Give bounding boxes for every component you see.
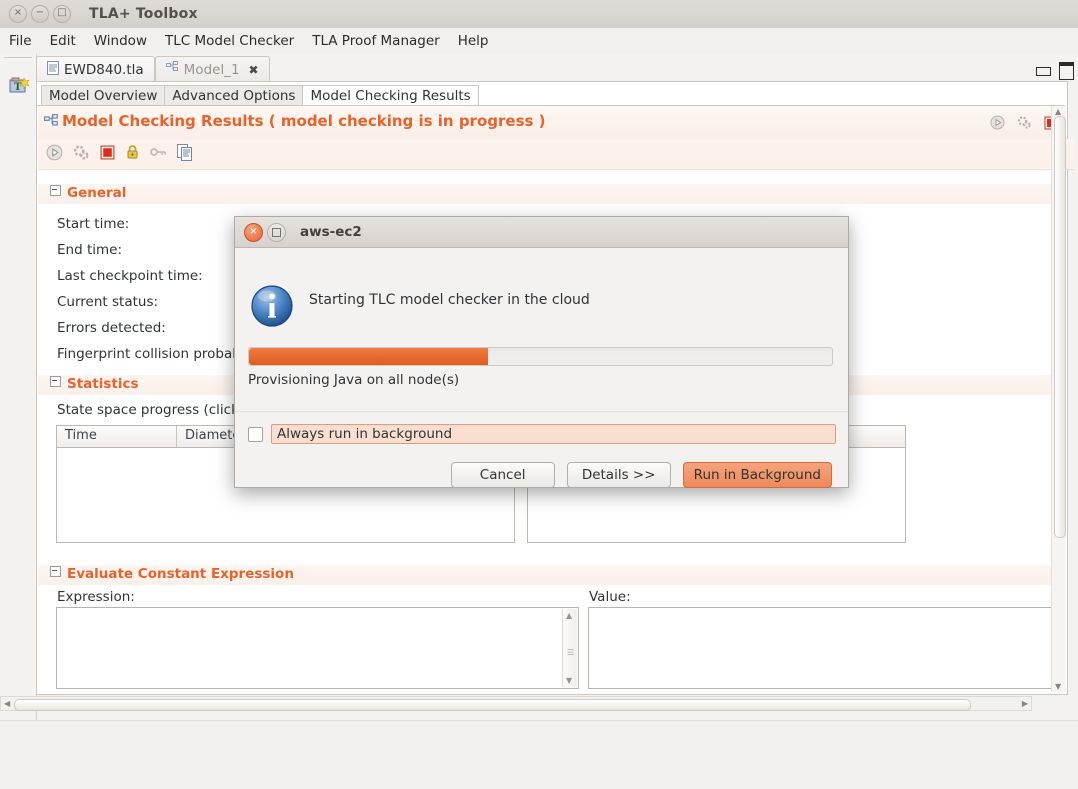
results-header-actions bbox=[990, 115, 1058, 134]
dialog-maximize-button[interactable] bbox=[267, 222, 286, 242]
close-icon[interactable]: ✖ bbox=[249, 63, 259, 77]
general-section-band bbox=[38, 184, 1052, 204]
scroll-up-icon[interactable]: ▲ bbox=[1055, 107, 1061, 116]
window-title: TLA+ Toolbox bbox=[89, 6, 198, 22]
scroll-thumb[interactable] bbox=[14, 699, 971, 711]
label-start-time: Start time: bbox=[57, 216, 130, 232]
progress-bar-fill bbox=[249, 348, 489, 365]
editor-tabs: EWD840.tla Model_1 ✖ bbox=[36, 56, 1078, 82]
value-label: Value: bbox=[589, 589, 631, 605]
divider bbox=[4, 57, 32, 58]
tla-toolbox-window: × − □ TLA+ Toolbox File Edit Window TLC … bbox=[0, 0, 1078, 789]
menu-edit[interactable]: Edit bbox=[41, 31, 85, 51]
dialog-separator bbox=[235, 411, 848, 412]
collapse-icon[interactable] bbox=[50, 376, 61, 387]
maximize-editor-icon[interactable] bbox=[1059, 62, 1074, 80]
expression-scrollbar[interactable]: ▲ ☰ ▼ bbox=[562, 609, 577, 687]
tab-model-checking-results[interactable]: Model Checking Results bbox=[302, 85, 479, 106]
window-titlebar: × − □ TLA+ Toolbox bbox=[0, 0, 1078, 29]
gears-icon[interactable] bbox=[1017, 115, 1032, 134]
label-errors-detected: Errors detected: bbox=[57, 320, 166, 336]
menubar: File Edit Window TLC Model Checker TLA P… bbox=[0, 28, 1078, 55]
menu-window[interactable]: Window bbox=[85, 31, 156, 51]
label-end-time: End time: bbox=[57, 242, 122, 258]
column-header-time[interactable]: Time bbox=[57, 426, 177, 447]
new-spec-icon[interactable]: T bbox=[8, 76, 30, 96]
tab-model-overview[interactable]: Model Overview bbox=[41, 85, 166, 106]
info-icon bbox=[249, 283, 295, 329]
editor-tab-label: Model_1 bbox=[183, 61, 240, 78]
scroll-down-icon[interactable]: ▼ bbox=[1055, 682, 1061, 691]
menu-tla-proof-manager[interactable]: TLA Proof Manager bbox=[303, 31, 449, 51]
label-last-checkpoint-time: Last checkpoint time: bbox=[57, 268, 203, 284]
expression-input[interactable]: ▲ ☰ ▼ bbox=[56, 607, 579, 689]
tab-advanced-options[interactable]: Advanced Options bbox=[164, 85, 304, 106]
results-toolbar bbox=[38, 139, 1074, 170]
fast-view-bar: T bbox=[0, 54, 37, 720]
details-button[interactable]: Details >> bbox=[566, 462, 671, 488]
window-minimize-button[interactable]: − bbox=[31, 5, 49, 23]
dialog-titlebar: × aws-ec2 bbox=[235, 217, 848, 248]
editor-tab-ewd840[interactable]: EWD840.tla bbox=[36, 56, 155, 82]
run-in-background-button[interactable]: Run in Background bbox=[682, 462, 832, 488]
menu-tlc-model-checker[interactable]: TLC Model Checker bbox=[156, 31, 303, 51]
scroll-down-icon[interactable]: ▼ bbox=[566, 676, 572, 685]
status-bar: | 65M of 248M aws-ec2: (41%) Spec Status… bbox=[0, 720, 1078, 789]
model-form-tabs: Model Overview Advanced Options Model Ch… bbox=[41, 85, 479, 106]
gears-icon[interactable] bbox=[73, 144, 90, 165]
scroll-grip-icon: ☰ bbox=[567, 648, 575, 657]
progress-sub-label: Provisioning Java on all node(s) bbox=[248, 372, 460, 388]
minimize-editor-icon[interactable] bbox=[1036, 66, 1051, 76]
scroll-left-icon[interactable]: ◀ bbox=[4, 699, 10, 708]
model-icon bbox=[165, 61, 179, 78]
results-header: Model Checking Results ( model checking … bbox=[38, 106, 1066, 139]
general-section-title[interactable]: General bbox=[50, 185, 126, 201]
value-output[interactable] bbox=[588, 607, 1052, 689]
always-run-in-background-row[interactable]: Always run in background bbox=[248, 424, 836, 444]
window-controls: × − □ bbox=[9, 5, 71, 23]
key-icon[interactable] bbox=[150, 145, 167, 163]
window-maximize-button[interactable]: □ bbox=[53, 5, 71, 23]
window-close-button[interactable]: × bbox=[9, 5, 27, 23]
editor-tab-model-1[interactable]: Model_1 ✖ bbox=[154, 56, 270, 82]
dialog-message: Starting TLC model checker in the cloud bbox=[309, 292, 590, 308]
always-run-label[interactable]: Always run in background bbox=[271, 424, 836, 444]
tla-file-icon bbox=[47, 60, 59, 79]
menu-help[interactable]: Help bbox=[449, 31, 498, 51]
dialog-body: Starting TLC model checker in the cloud … bbox=[235, 248, 848, 488]
form-vertical-scrollbar[interactable]: ▲ ▼ bbox=[1051, 106, 1066, 692]
editor-tab-label: EWD840.tla bbox=[64, 61, 144, 78]
label-current-status: Current status: bbox=[57, 294, 159, 310]
dialog-close-button[interactable]: × bbox=[244, 222, 263, 242]
run-icon[interactable] bbox=[990, 115, 1005, 134]
lock-icon[interactable] bbox=[125, 144, 140, 164]
progress-bar bbox=[248, 347, 833, 366]
svg-text:T: T bbox=[14, 82, 22, 93]
copy-icon[interactable] bbox=[177, 143, 193, 165]
scroll-right-icon[interactable]: ▶ bbox=[1022, 699, 1028, 708]
scroll-thumb[interactable] bbox=[1054, 116, 1066, 538]
dialog-buttons: Cancel Details >> Run in Background bbox=[450, 462, 832, 488]
scroll-up-icon[interactable]: ▲ bbox=[566, 611, 572, 620]
form-horizontal-scrollbar[interactable]: ◀ ▶ bbox=[0, 696, 1032, 711]
evaluate-section-title[interactable]: Evaluate Constant Expression bbox=[50, 566, 294, 582]
always-run-checkbox[interactable] bbox=[248, 426, 263, 442]
collapse-icon[interactable] bbox=[50, 185, 61, 196]
cancel-button[interactable]: Cancel bbox=[450, 462, 555, 488]
collapse-icon[interactable] bbox=[50, 566, 61, 577]
editor-window-buttons bbox=[1036, 62, 1074, 80]
stop-icon[interactable] bbox=[100, 145, 115, 164]
expression-label: Expression: bbox=[57, 589, 135, 605]
dialog-title: aws-ec2 bbox=[300, 224, 362, 240]
statistics-section-title[interactable]: Statistics bbox=[50, 376, 139, 392]
menu-file[interactable]: File bbox=[0, 31, 41, 51]
model-icon bbox=[44, 114, 59, 129]
run-icon[interactable] bbox=[46, 144, 63, 165]
aws-ec2-dialog: × aws-ec2 Starting TLC model checker in … bbox=[234, 216, 849, 488]
page-title: Model Checking Results ( model checking … bbox=[62, 112, 546, 130]
